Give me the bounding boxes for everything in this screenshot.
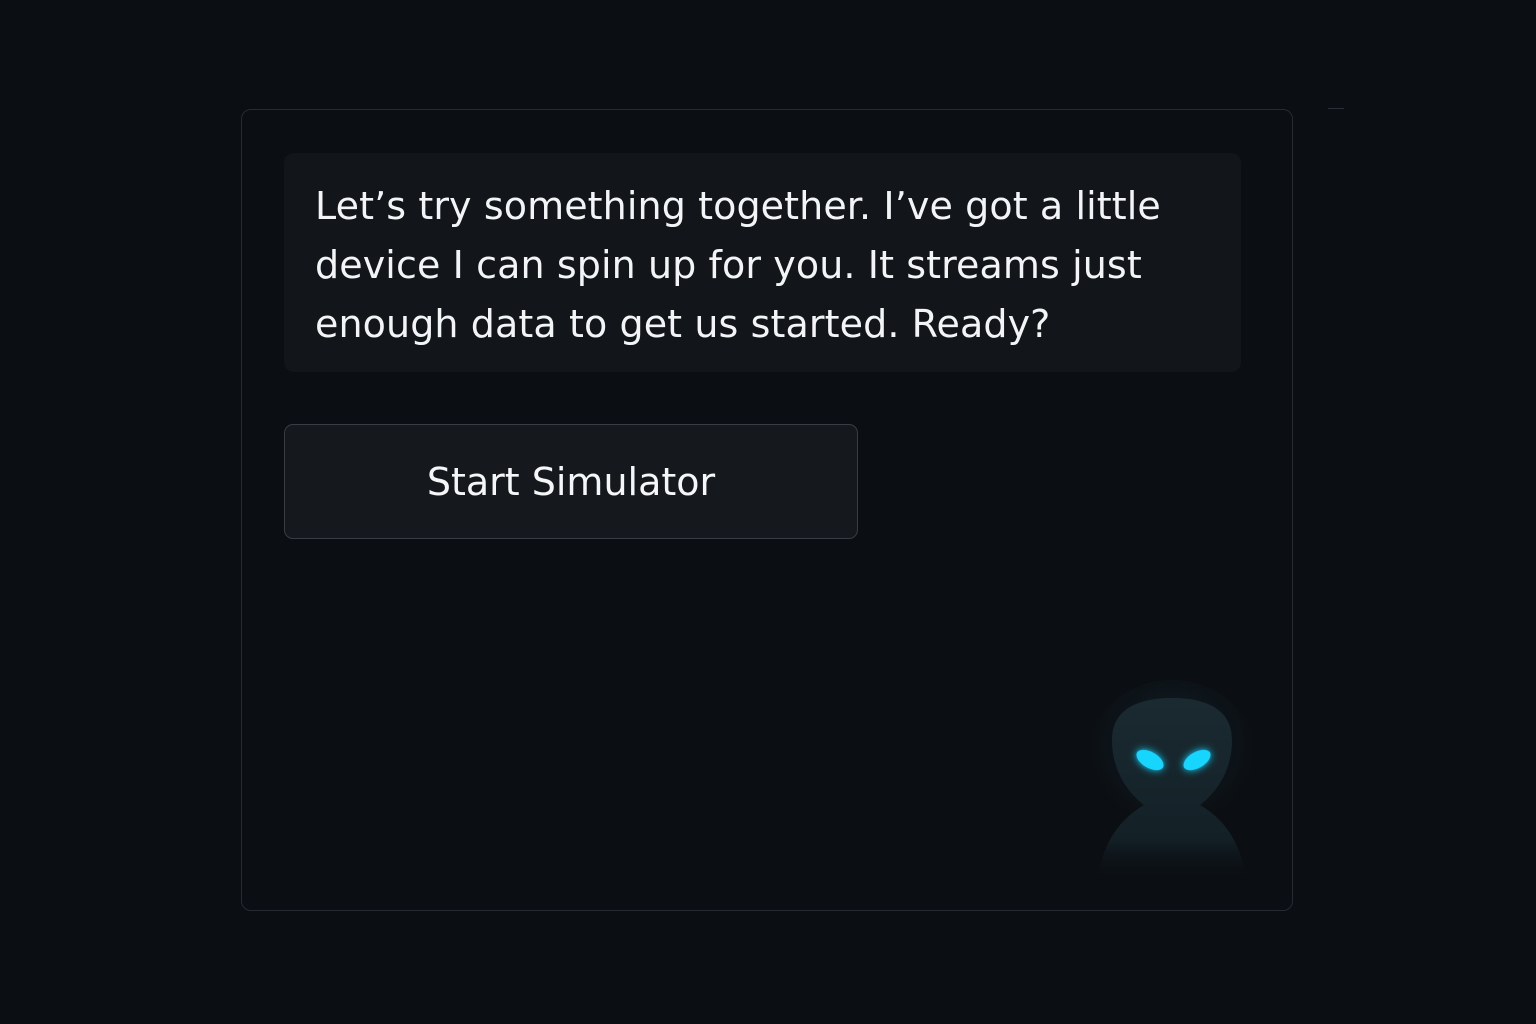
chat-panel: Let’s try something together. I’ve got a… <box>241 109 1293 911</box>
assistant-message-text: Let’s try something together. I’ve got a… <box>315 184 1161 346</box>
alien-icon <box>1082 680 1262 885</box>
corner-divider <box>1328 108 1344 109</box>
assistant-message: Let’s try something together. I’ve got a… <box>284 153 1241 372</box>
start-simulator-button[interactable]: Start Simulator <box>284 424 858 539</box>
